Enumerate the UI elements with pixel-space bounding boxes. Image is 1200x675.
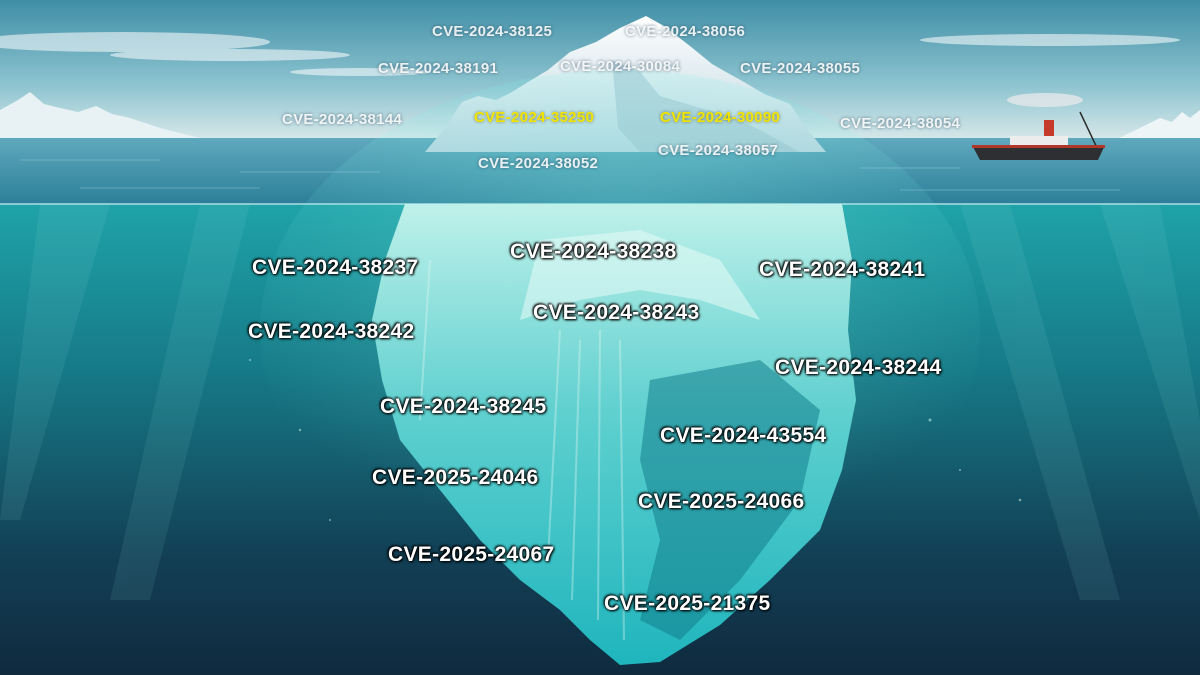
cve-label-above: CVE-2024-38054	[840, 115, 961, 132]
cve-label-above: CVE-2024-38144	[282, 111, 403, 128]
cve-label-below: CVE-2024-38244	[775, 356, 942, 379]
cve-label-above: CVE-2024-38057	[658, 142, 779, 159]
cve-label-below: CVE-2025-24067	[388, 543, 555, 566]
cve-label-above-highlight: CVE-2024-30090	[660, 109, 781, 126]
iceberg-scene	[0, 0, 1200, 675]
cve-label-below: CVE-2024-38237	[252, 256, 419, 279]
cve-label-above: CVE-2024-38191	[378, 60, 499, 77]
cve-label-below: CVE-2025-24046	[372, 466, 539, 489]
cve-label-below: CVE-2025-24066	[638, 490, 805, 513]
cve-label-below: CVE-2024-38245	[380, 395, 547, 418]
cve-label-above: CVE-2024-30084	[560, 58, 681, 75]
cve-label-below: CVE-2024-43554	[660, 424, 827, 447]
cve-label-above: CVE-2024-38125	[432, 23, 553, 40]
cve-label-below: CVE-2024-38238	[510, 240, 677, 263]
cve-label-above: CVE-2024-38056	[625, 23, 746, 40]
cve-label-below: CVE-2025-21375	[604, 592, 771, 615]
cve-label-below: CVE-2024-38241	[759, 258, 926, 281]
cve-label-above: CVE-2024-38055	[740, 60, 861, 77]
cve-label-above-highlight: CVE-2024-35250	[474, 109, 595, 126]
cve-label-above: CVE-2024-38052	[478, 155, 599, 172]
cve-label-below: CVE-2024-38243	[533, 301, 700, 324]
cve-label-below: CVE-2024-38242	[248, 320, 415, 343]
